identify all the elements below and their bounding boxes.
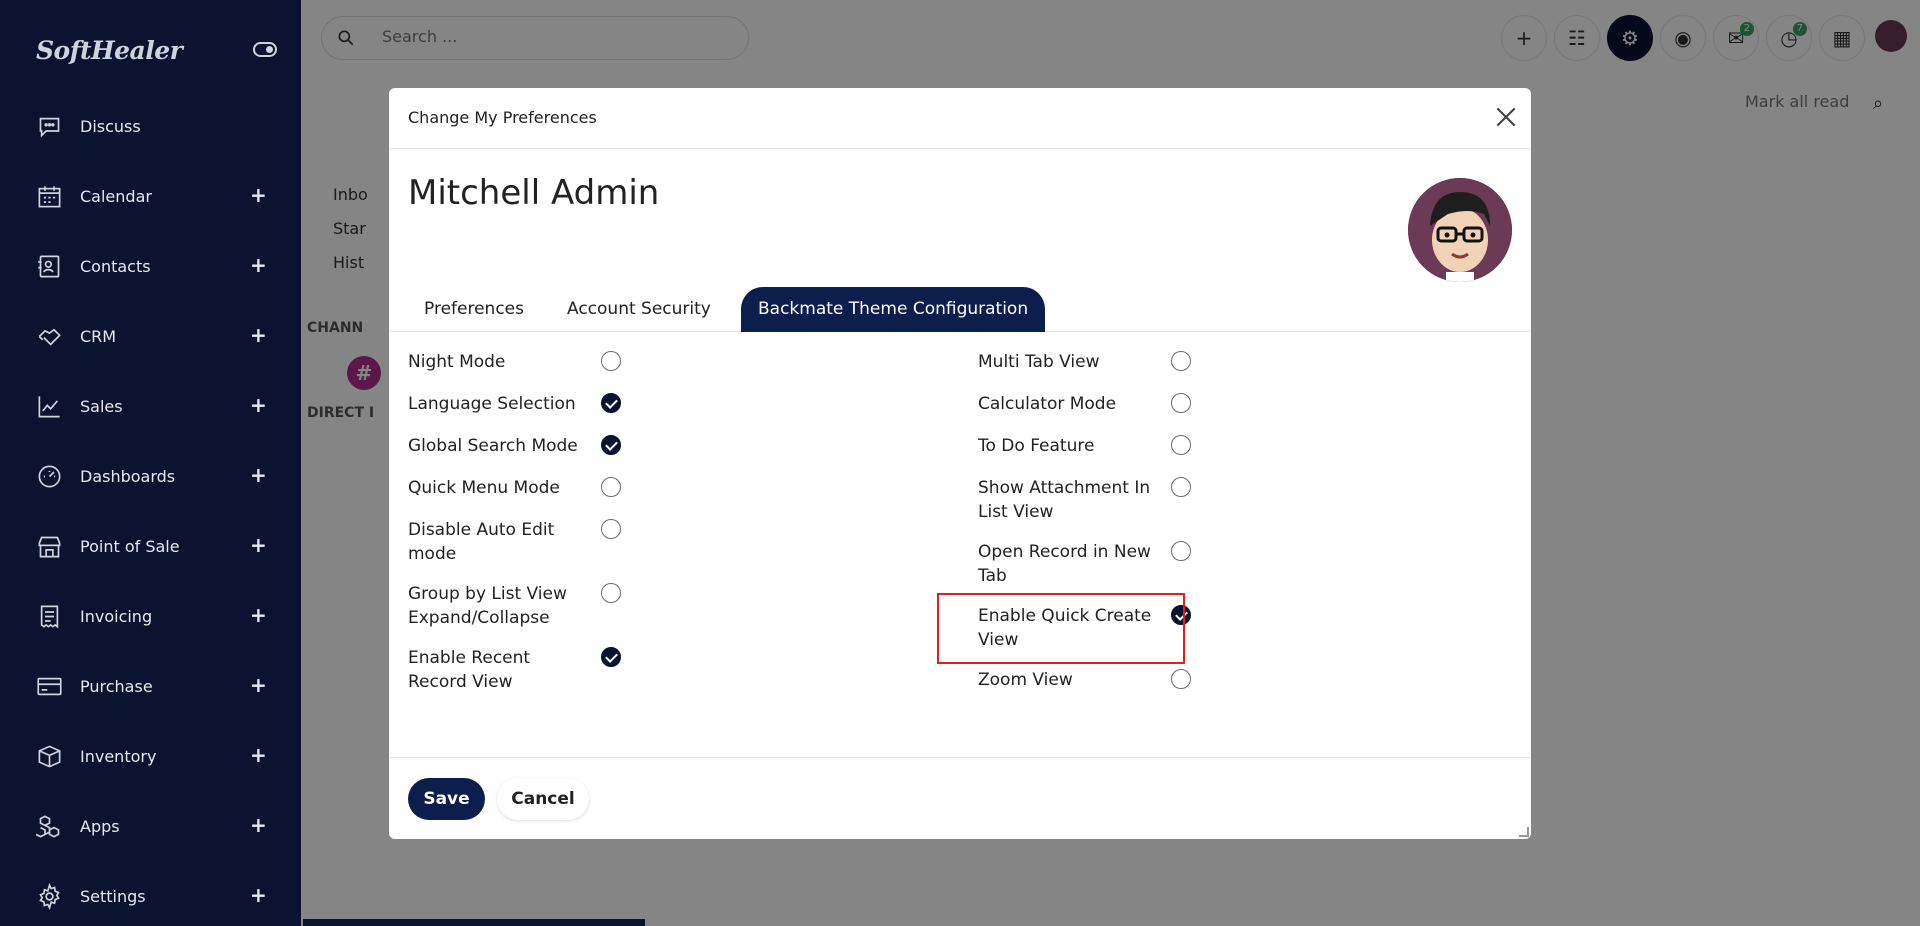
sidebar-item-sales[interactable]: Sales + [0, 371, 301, 441]
gauge-icon [36, 463, 63, 490]
option-label: Show Attachment In List View [978, 478, 1151, 522]
show-attachment-checkbox[interactable] [1171, 477, 1191, 497]
add-icon[interactable]: + [250, 673, 267, 697]
night-mode-checkbox[interactable] [601, 351, 621, 371]
avatar-illustration [1408, 178, 1512, 282]
enable-recent-record-view-checkbox[interactable] [601, 647, 621, 667]
sidebar-item-label: Purchase [80, 676, 153, 696]
global-search-mode-checkbox[interactable] [601, 435, 621, 455]
dialog-footer: Save Cancel [389, 757, 1531, 839]
sidebar-item-label: Settings [80, 886, 146, 906]
credit-card-icon [36, 673, 63, 700]
sidebar-item-label: Dashboards [80, 466, 176, 486]
add-icon[interactable]: + [250, 393, 267, 417]
zoom-view-checkbox[interactable] [1171, 669, 1191, 689]
scrollbar[interactable] [303, 919, 645, 926]
option-label: Global Search Mode [408, 436, 578, 456]
sidebar-item-apps[interactable]: Apps + [0, 791, 301, 861]
tab-account-security[interactable]: Account Security [550, 287, 728, 332]
profile-avatar[interactable] [1408, 178, 1512, 282]
option-label: Multi Tab View [978, 352, 1100, 372]
sidebar-item-label: Sales [80, 396, 123, 416]
gear-icon [36, 882, 63, 910]
sidebar-item-label: Calendar [80, 186, 152, 206]
option-label: Disable Auto Edit mode [408, 520, 555, 564]
tab-backmate-theme-configuration[interactable]: Backmate Theme Configuration [741, 287, 1046, 332]
sidebar-item-label: Contacts [80, 256, 151, 276]
sidebar-item-label: Invoicing [80, 606, 153, 626]
receipt-icon [36, 603, 63, 630]
group-by-list-view-checkbox[interactable] [601, 583, 621, 603]
sidebar-item-label: Inventory [80, 746, 157, 766]
highlight-box [937, 593, 1185, 664]
sidebar-item-settings[interactable]: Settings + [0, 861, 301, 926]
sidebar-nav: Discuss Calendar + Contacts + CRM + Sale… [0, 91, 301, 926]
add-icon[interactable]: + [250, 743, 267, 767]
sidebar-item-label: Discuss [80, 116, 141, 136]
chat-icon [36, 113, 63, 140]
sidebar-toggle[interactable] [253, 42, 277, 57]
sidebar-item-invoicing[interactable]: Invoicing + [0, 581, 301, 651]
close-icon [1496, 107, 1516, 127]
language-selection-checkbox[interactable] [601, 393, 621, 413]
sidebar-item-point-of-sale[interactable]: Point of Sale + [0, 511, 301, 581]
add-icon[interactable]: + [250, 463, 267, 487]
sidebar-item-label: Point of Sale [80, 536, 180, 556]
dialog-title: Change My Preferences [408, 108, 597, 127]
save-button[interactable]: Save [408, 778, 485, 820]
option-label: Language Selection [408, 394, 576, 414]
contact-card-icon [36, 253, 63, 280]
add-icon[interactable]: + [250, 253, 267, 277]
cubes-icon [36, 813, 63, 840]
resize-handle[interactable] [1519, 827, 1529, 837]
tab-preferences[interactable]: Preferences [407, 287, 541, 332]
option-label: Quick Menu Mode [408, 478, 560, 498]
sidebar-item-dashboards[interactable]: Dashboards + [0, 441, 301, 511]
store-icon [36, 533, 63, 560]
option-label: To Do Feature [978, 436, 1095, 456]
option-label: Night Mode [408, 352, 506, 372]
user-name: Mitchell Admin [408, 173, 660, 213]
sidebar-item-inventory[interactable]: Inventory + [0, 721, 301, 791]
quick-menu-mode-checkbox[interactable] [601, 477, 621, 497]
option-label: Open Record in New Tab [978, 542, 1151, 586]
cancel-button[interactable]: Cancel [497, 778, 589, 820]
multi-tab-view-checkbox[interactable] [1171, 351, 1191, 371]
add-icon[interactable]: + [250, 183, 267, 207]
add-icon[interactable]: + [250, 813, 267, 837]
option-label: Calculator Mode [978, 394, 1117, 414]
calendar-icon [36, 183, 63, 210]
sidebar-item-purchase[interactable]: Purchase + [0, 651, 301, 721]
calculator-mode-checkbox[interactable] [1171, 393, 1191, 413]
sidebar-item-label: CRM [80, 326, 117, 346]
brand-logo: SoftHealer [36, 36, 183, 65]
trend-chart-icon [36, 393, 63, 420]
option-label: Group by List View Expand/Collapse [408, 584, 567, 628]
add-icon[interactable]: + [250, 883, 267, 907]
option-label: Zoom View [978, 670, 1073, 690]
to-do-feature-checkbox[interactable] [1171, 435, 1191, 455]
disable-auto-edit-checkbox[interactable] [601, 519, 621, 539]
close-button[interactable] [1493, 104, 1519, 130]
sidebar-item-calendar[interactable]: Calendar + [0, 161, 301, 231]
sidebar-item-label: Apps [80, 816, 120, 836]
sidebar-item-contacts[interactable]: Contacts + [0, 231, 301, 301]
add-icon[interactable]: + [250, 603, 267, 627]
open-record-new-tab-checkbox[interactable] [1171, 541, 1191, 561]
option-label: Enable Recent Record View [408, 648, 531, 692]
sidebar-item-crm[interactable]: CRM + [0, 301, 301, 371]
add-icon[interactable]: + [250, 323, 267, 347]
preferences-dialog: Change My Preferences Mitchell Admin Pre… [389, 88, 1531, 839]
box-icon [36, 743, 63, 770]
sidebar: SoftHealer Discuss Calendar + Contacts +… [0, 0, 301, 926]
sidebar-item-discuss[interactable]: Discuss [0, 91, 301, 161]
preference-tabs: Preferences Account Security Backmate Th… [389, 287, 1531, 332]
handshake-icon [36, 323, 63, 350]
add-icon[interactable]: + [250, 533, 267, 557]
dialog-header: Change My Preferences [389, 88, 1531, 149]
